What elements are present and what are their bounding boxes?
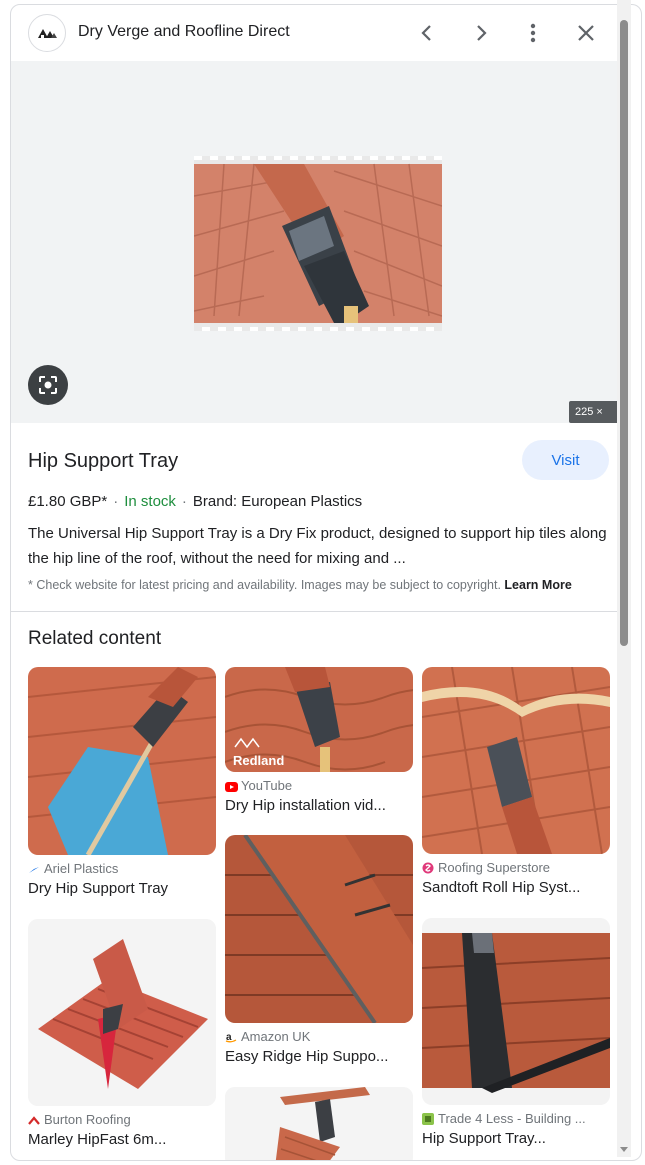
related-image <box>422 667 610 854</box>
related-image <box>28 919 216 1106</box>
image-preview-area: 225 × 144 <box>11 61 627 440</box>
related-thumbnail[interactable] <box>28 667 216 855</box>
related-thumbnail[interactable] <box>422 667 610 854</box>
product-title: Hip Support Tray <box>28 450 179 472</box>
divider <box>11 611 627 612</box>
related-image <box>225 835 413 1023</box>
scrollbar-thumb[interactable] <box>620 20 628 646</box>
site-logo-icon <box>38 29 57 38</box>
brand: Brand: European Plastics <box>192 493 363 510</box>
related-card[interactable]: Redland YouTube Dry Hip installation vid… <box>225 667 413 814</box>
chevron-right-icon <box>477 25 487 41</box>
related-caption[interactable]: Sandtoft Roll Hip Syst... <box>422 879 610 896</box>
related-source: Burton Roofing <box>28 1112 216 1127</box>
related-image <box>422 918 610 1105</box>
amazon-icon: a <box>225 1031 237 1043</box>
product-description: The Universal Hip Support Tray is a Dry … <box>28 525 607 567</box>
burton-roofing-favicon-icon <box>28 1114 40 1126</box>
related-source: Roofing Superstore <box>422 860 610 875</box>
google-lens-icon <box>39 376 57 394</box>
image-details-panel: Dry Verge and Roofline Direct 225 × 144 … <box>10 4 642 1161</box>
related-card[interactable] <box>225 1087 413 1160</box>
site-logo[interactable] <box>28 14 66 52</box>
related-thumbnail[interactable]: Redland <box>225 667 413 772</box>
related-source: Ariel Plastics <box>28 861 216 876</box>
product-image[interactable] <box>194 156 442 331</box>
roofing-superstore-favicon-icon <box>422 862 434 874</box>
more-vert-icon <box>530 23 536 43</box>
related-card[interactable]: a Amazon UK Easy Ridge Hip Suppo... <box>225 835 413 1065</box>
related-image: Redland <box>225 667 413 772</box>
visit-button[interactable]: Visit <box>522 440 609 480</box>
chevron-left-icon <box>421 25 431 41</box>
separator-dot: · <box>113 493 119 510</box>
related-thumbnail[interactable] <box>225 1087 413 1160</box>
youtube-icon <box>225 780 238 792</box>
ariel-plastics-favicon-icon <box>28 863 40 875</box>
related-thumbnail[interactable] <box>422 918 610 1105</box>
related-caption[interactable]: Marley HipFast 6m... <box>28 1131 216 1148</box>
related-caption[interactable]: Easy Ridge Hip Suppo... <box>225 1048 413 1065</box>
close-icon <box>578 25 594 41</box>
more-options-button[interactable] <box>517 17 549 49</box>
related-caption[interactable]: Dry Hip Support Tray <box>28 880 216 897</box>
price: £1.80 GBP* <box>28 493 108 510</box>
product-meta: £1.80 GBP* · In stock · Brand: European Plas… <box>28 493 362 510</box>
related-caption[interactable]: Dry Hip installation vid... <box>225 797 413 814</box>
related-thumbnail[interactable] <box>225 835 413 1023</box>
svg-text:Redland: Redland <box>233 753 284 768</box>
learn-more-link[interactable]: Learn More <box>504 578 571 592</box>
related-source: Trade 4 Less - Building ... <box>422 1111 610 1126</box>
related-card[interactable]: Burton Roofing Marley HipFast 6m... <box>28 919 216 1148</box>
related-card[interactable]: Trade 4 Less - Building ... Hip Support … <box>422 918 610 1147</box>
related-caption[interactable]: Hip Support Tray... <box>422 1130 610 1147</box>
trade-4-less-favicon-icon <box>422 1112 434 1125</box>
panel-header: Dry Verge and Roofline Direct <box>11 5 627 61</box>
related-content-heading: Related content <box>28 628 162 649</box>
related-thumbnail[interactable] <box>28 919 216 1106</box>
stock-status: In stock <box>124 493 176 510</box>
related-source: YouTube <box>225 778 413 793</box>
close-button[interactable] <box>570 17 602 49</box>
related-image <box>225 1087 413 1160</box>
separator-dot: · <box>181 493 187 510</box>
related-card[interactable]: Ariel Plastics Dry Hip Support Tray <box>28 667 216 897</box>
google-lens-button[interactable] <box>28 365 68 405</box>
pricing-note-text: * Check website for latest pricing and a… <box>28 578 501 592</box>
pricing-note: * Check website for latest pricing and a… <box>28 578 572 592</box>
related-source: a Amazon UK <box>225 1029 311 1044</box>
site-name[interactable]: Dry Verge and Roofline Direct <box>78 23 290 41</box>
previous-button[interactable] <box>411 17 443 49</box>
scroll-down-arrow-icon[interactable] <box>619 1146 629 1154</box>
next-button[interactable] <box>465 17 497 49</box>
related-image <box>28 667 216 855</box>
related-card[interactable]: Roofing Superstore Sandtoft Roll Hip Sys… <box>422 667 610 896</box>
